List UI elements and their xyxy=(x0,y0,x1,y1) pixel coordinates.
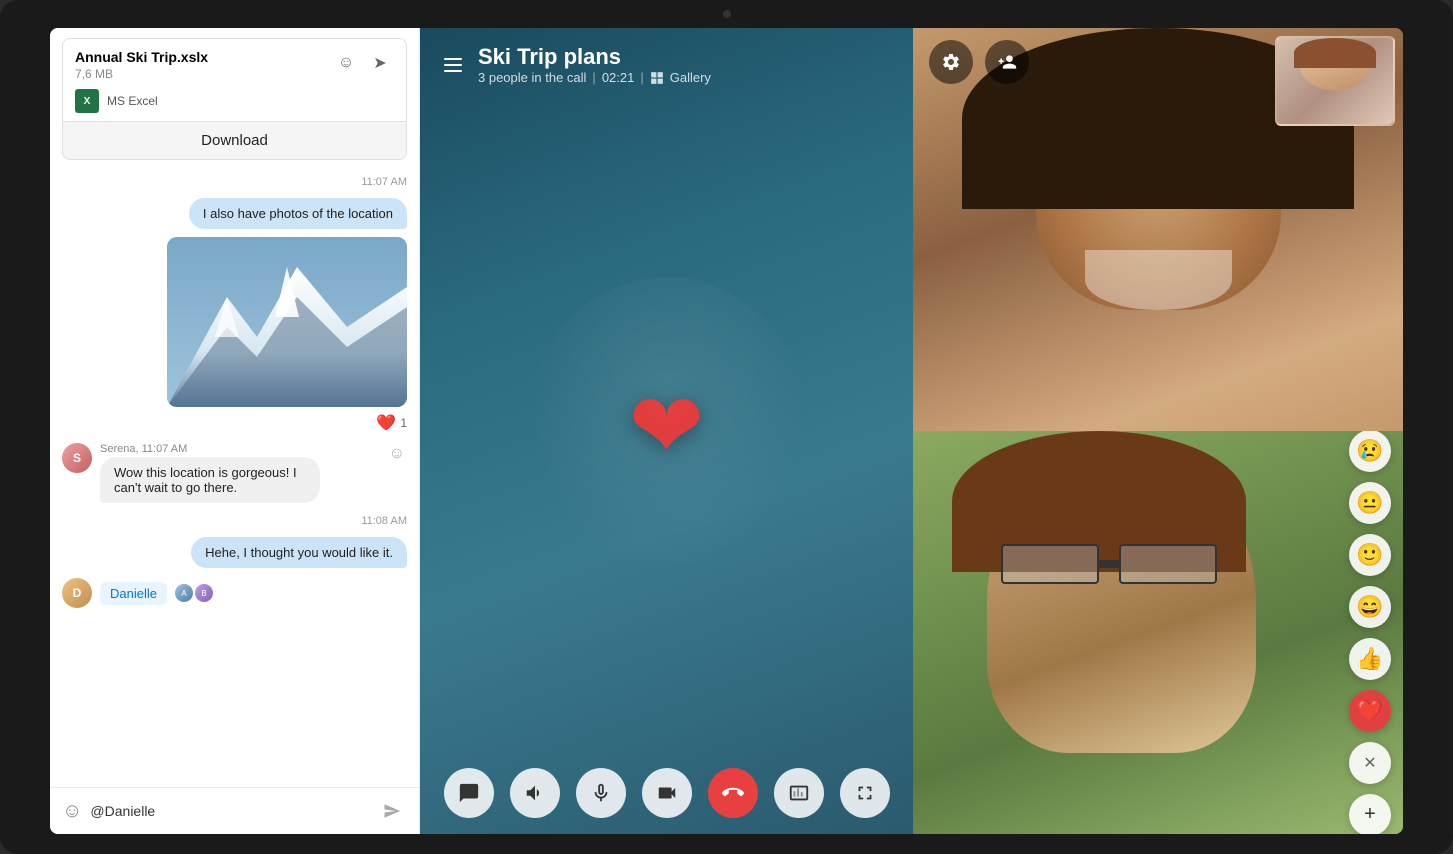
call-controls xyxy=(420,752,913,834)
emoji-picker-btn[interactable]: ☺ xyxy=(62,800,82,823)
video-control-btn[interactable] xyxy=(642,768,692,818)
view-mode: Gallery xyxy=(670,70,711,85)
emoji-thumbsup[interactable]: 👍 xyxy=(1349,638,1391,680)
call-duration: 02:21 xyxy=(602,70,635,85)
device-frame: Annual Ski Trip.xslx 7,6 MB ☺ ➤ X MS Exc… xyxy=(0,0,1453,854)
emoji-reactions-panel: 😢 😐 🙂 😄 👍 ❤️ ✕ + xyxy=(1349,431,1391,834)
emoji-reaction-icon[interactable]: ☺ xyxy=(332,49,360,77)
send-button[interactable] xyxy=(377,796,407,826)
mic-control-btn[interactable] xyxy=(576,768,626,818)
emoji-heart[interactable]: ❤️ xyxy=(1349,690,1391,732)
add-emoji-btn[interactable]: ☺ xyxy=(387,443,407,465)
emoji-panel-add[interactable]: + xyxy=(1349,794,1391,835)
call-meta: 3 people in the call | 02:21 | Gallery xyxy=(478,70,711,85)
call-header: Ski Trip plans 3 people in the call | 02… xyxy=(420,28,913,101)
sender-name-serena: Serena, 11:07 AM xyxy=(100,443,320,455)
timestamp-1108: 11:08 AM xyxy=(62,515,407,527)
call-panel: Ski Trip plans 3 people in the call | 02… xyxy=(420,28,913,834)
camera-dot xyxy=(723,10,731,18)
message-bubble-right: I also have photos of the location xyxy=(189,198,407,229)
av-mini-2: B xyxy=(195,584,213,602)
av-mini-1: A xyxy=(175,584,193,602)
file-name: Annual Ski Trip.xslx xyxy=(75,49,208,65)
emoji-panel-close[interactable]: ✕ xyxy=(1349,742,1391,784)
end-call-btn[interactable] xyxy=(708,768,758,818)
video-cell-top xyxy=(913,28,1403,431)
reaction-count: 1 xyxy=(400,416,407,430)
call-main-video-area: ❤ xyxy=(420,101,913,752)
message-bubble-serena: Wow this location is gorgeous! I can't w… xyxy=(100,457,320,503)
video-grid: 😢 😐 🙂 😄 👍 ❤️ ✕ + xyxy=(913,28,1403,834)
mention-tag[interactable]: Danielle xyxy=(100,582,167,605)
emoji-sad[interactable]: 😢 xyxy=(1349,431,1391,472)
hamburger-line-1 xyxy=(444,58,462,60)
hamburger-line-3 xyxy=(444,70,462,72)
emoji-grin[interactable]: 😄 xyxy=(1349,586,1391,628)
video-top-controls xyxy=(929,40,1029,84)
emoji-smile[interactable]: 🙂 xyxy=(1349,534,1391,576)
mention-row: D Danielle A B xyxy=(62,578,407,608)
app-container: Annual Ski Trip.xslx 7,6 MB ☺ ➤ X MS Exc… xyxy=(50,28,1403,834)
hamburger-line-2 xyxy=(444,64,462,66)
file-size: 7,6 MB xyxy=(75,67,208,81)
mountain-image xyxy=(167,237,407,407)
excel-icon: X xyxy=(75,89,99,113)
hamburger-menu[interactable] xyxy=(440,54,466,76)
chat-input-area: ☺ xyxy=(50,787,419,834)
download-button[interactable]: Download xyxy=(63,121,406,159)
file-attachment: Annual Ski Trip.xslx 7,6 MB ☺ ➤ X MS Exc… xyxy=(62,38,407,160)
call-title: Ski Trip plans xyxy=(478,44,711,70)
reaction-row: ❤️ 1 xyxy=(376,413,407,433)
message-input[interactable] xyxy=(90,803,369,819)
avatar-serena: S xyxy=(62,443,92,473)
video-cell-bottom: 😢 😐 🙂 😄 👍 ❤️ ✕ + xyxy=(913,431,1403,834)
device-top-bar xyxy=(0,0,1453,28)
fullscreen-btn[interactable] xyxy=(840,768,890,818)
heart-reaction: ❤️ xyxy=(376,413,396,433)
settings-btn[interactable] xyxy=(929,40,973,84)
message-row-serena: S Serena, 11:07 AM Wow this location is … xyxy=(62,443,407,503)
forward-icon[interactable]: ➤ xyxy=(366,49,394,77)
message-bubble-right-2: Hehe, I thought you would like it. xyxy=(191,537,407,568)
emoji-neutral[interactable]: 😐 xyxy=(1349,482,1391,524)
avatar-user: D xyxy=(62,578,92,608)
chat-control-btn[interactable] xyxy=(444,768,494,818)
chat-messages: 11:07 AM I also have photos of the locat… xyxy=(50,170,419,787)
timestamp-1107: 11:07 AM xyxy=(62,176,407,188)
video-pip xyxy=(1275,36,1395,126)
add-person-btn[interactable] xyxy=(985,40,1029,84)
avatar-group: A B xyxy=(175,584,213,602)
share-screen-btn[interactable] xyxy=(774,768,824,818)
chat-panel: Annual Ski Trip.xslx 7,6 MB ☺ ➤ X MS Exc… xyxy=(50,28,420,834)
people-count: 3 people in the call xyxy=(478,70,586,85)
gallery-icon xyxy=(650,71,664,85)
file-type-label: MS Excel xyxy=(107,94,158,108)
speaker-control-btn[interactable] xyxy=(510,768,560,818)
